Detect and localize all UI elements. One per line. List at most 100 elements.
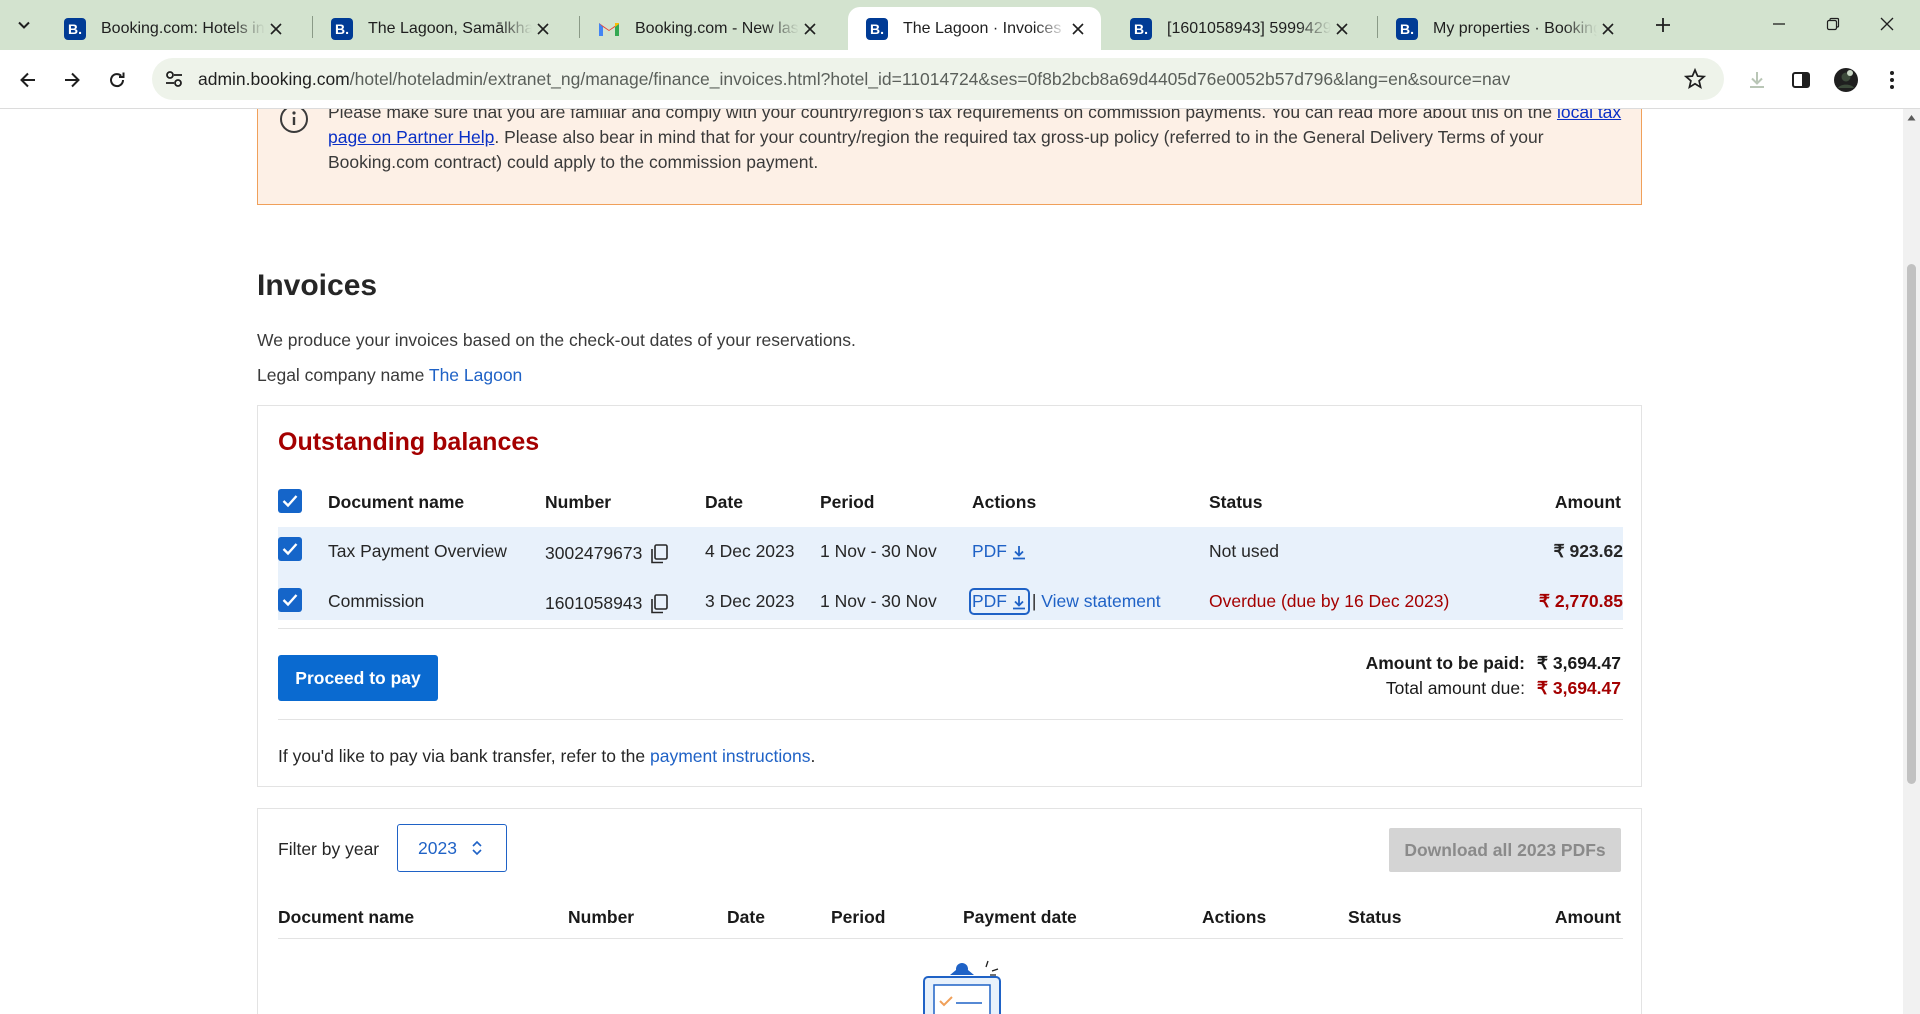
close-icon[interactable]: [1067, 18, 1089, 40]
tab-title: The Lagoon, Samālkha – Updated: [368, 19, 532, 37]
divider: [278, 719, 1623, 720]
restore-button[interactable]: [1804, 6, 1862, 42]
col-header-document: Document name: [328, 492, 465, 512]
tune-icon: [166, 71, 182, 87]
download-icon: [1013, 545, 1025, 559]
table-row: Commission 1601058943 3 Dec 2023 1 Nov -…: [278, 577, 1623, 620]
new-tab-button[interactable]: [1648, 11, 1678, 39]
row-checkbox[interactable]: [278, 537, 302, 561]
row-checkbox[interactable]: [278, 588, 302, 612]
browser-tab[interactable]: B. Booking.com: Hotels in Samālkha: [46, 7, 299, 50]
arrow-right-icon: [65, 72, 80, 88]
back-button[interactable]: [11, 63, 45, 97]
browser-tab-strip: B. Booking.com: Hotels in Samālkha B. Th…: [0, 0, 1920, 50]
browser-tab[interactable]: B. The Lagoon, Samālkha – Updated: [313, 7, 566, 50]
col-header-payment-date: Payment date: [963, 907, 1077, 927]
reload-icon: [110, 72, 125, 88]
forward-button[interactable]: [55, 63, 89, 97]
reload-button[interactable]: [100, 63, 134, 97]
close-window-button[interactable]: [1858, 6, 1916, 42]
browser-menu-button[interactable]: [1877, 66, 1907, 94]
downloads-button[interactable]: [1742, 66, 1772, 94]
year-select[interactable]: 2023: [397, 824, 507, 872]
restore-icon: [1826, 17, 1840, 31]
legal-company-link[interactable]: The Lagoon: [429, 365, 522, 385]
booking-favicon: B.: [64, 17, 86, 40]
side-panel-icon: [1792, 72, 1810, 88]
close-icon[interactable]: [532, 18, 554, 40]
document-amount: ₹ 923.62: [1553, 541, 1623, 561]
booking-favicon: B.: [866, 17, 888, 40]
notice-text-part: Please make sure that you are familiar a…: [328, 109, 1557, 122]
payment-instructions-link[interactable]: payment instructions: [650, 746, 811, 766]
table-row: Tax Payment Overview 3002479673 4 Dec 20…: [278, 527, 1623, 577]
document-period: 1 Nov - 30 Nov: [820, 541, 937, 561]
invoices-intro: We produce your invoices based on the ch…: [257, 330, 856, 350]
check-icon: [282, 594, 298, 607]
notice-text-part: . Please also bear in mind that for your…: [328, 127, 1544, 172]
col-header-actions: Actions: [1202, 907, 1267, 927]
download-icon: [1013, 595, 1025, 609]
more-vertical-icon: [1890, 71, 1894, 89]
booking-favicon: B.: [1130, 17, 1152, 40]
copy-icon[interactable]: [650, 544, 669, 564]
sort-arrows-icon: [472, 840, 482, 856]
url-text[interactable]: admin.booking.com/hotel/hoteladmin/extra…: [198, 69, 1510, 90]
address-bar[interactable]: admin.booking.com/hotel/hoteladmin/extra…: [152, 58, 1724, 100]
copy-icon[interactable]: [650, 594, 669, 614]
document-date: 4 Dec 2023: [705, 541, 795, 561]
tab-title: [1601058943] 59994290 The Lagoon: [1167, 19, 1331, 37]
close-icon[interactable]: [1331, 18, 1353, 40]
divider: [278, 938, 1623, 939]
outstanding-balances-card: Outstanding balances Document name Numbe…: [257, 405, 1642, 787]
site-info-button[interactable]: [156, 61, 192, 97]
browser-tab-active[interactable]: B. The Lagoon · Invoices · Booking.com: [848, 7, 1101, 50]
side-panel-button[interactable]: [1786, 66, 1816, 94]
tab-title: Booking.com: Hotels in Samālkha: [101, 19, 265, 37]
profile-button[interactable]: [1831, 66, 1861, 94]
minimize-button[interactable]: [1750, 6, 1808, 42]
col-header-status: Status: [1209, 492, 1263, 512]
select-all-checkbox[interactable]: [278, 489, 302, 513]
page-content: Please make sure that you are familiar a…: [0, 109, 1903, 1014]
col-header-number: Number: [545, 492, 612, 512]
close-icon[interactable]: [799, 18, 821, 40]
browser-tab[interactable]: B. [1601058943] 59994290 The Lagoon: [1112, 7, 1365, 50]
tab-search-button[interactable]: [9, 11, 39, 39]
action-separator: |: [1031, 591, 1037, 611]
document-period: 1 Nov - 30 Nov: [820, 591, 937, 611]
page-scrollbar[interactable]: [1903, 109, 1920, 1014]
url-path: /hotel/hoteladmin/extranet_ng/manage/fin…: [349, 68, 1511, 89]
url-host: admin.booking.com: [198, 68, 350, 89]
proceed-to-pay-button[interactable]: Proceed to pay: [278, 655, 438, 701]
close-icon[interactable]: [265, 18, 287, 40]
close-icon[interactable]: [1597, 18, 1619, 40]
col-header-document: Document name: [278, 907, 415, 927]
arrow-left-icon: [20, 72, 35, 88]
browser-tab[interactable]: B. My properties · Booking.com: [1378, 7, 1631, 50]
outstanding-balances-title: Outstanding balances: [278, 428, 540, 456]
total-due-value: ₹ 3,694.47: [1536, 678, 1621, 698]
col-header-number: Number: [568, 907, 635, 927]
col-header-date: Date: [705, 492, 743, 512]
amount-to-pay-value: ₹ 3,694.47: [1536, 653, 1621, 673]
pdf-download-link[interactable]: PDF: [972, 541, 1027, 562]
check-icon: [282, 495, 298, 508]
browser-tab[interactable]: Booking.com - New last-minute: [580, 7, 833, 50]
col-header-actions: Actions: [972, 492, 1037, 512]
bookmark-button[interactable]: [1684, 68, 1706, 90]
avatar: [1834, 68, 1858, 92]
booking-favicon: B.: [1396, 17, 1418, 40]
legal-company-label: Legal company name: [257, 365, 425, 385]
document-number: 3002479673: [545, 543, 669, 564]
pdf-download-link[interactable]: PDF: [969, 588, 1030, 615]
empty-state-illustration: [908, 959, 1018, 1014]
scroll-up-icon[interactable]: [1907, 114, 1916, 121]
document-status: Overdue (due by 16 Dec 2023): [1209, 591, 1450, 611]
tab-title: Booking.com - New last-minute: [635, 19, 799, 37]
col-header-period: Period: [820, 492, 875, 512]
scrollbar-thumb[interactable]: [1907, 264, 1916, 784]
view-statement-link[interactable]: View statement: [1041, 591, 1160, 611]
download-all-pdfs-button[interactable]: Download all 2023 PDFs: [1389, 828, 1621, 872]
legal-company-line: Legal company name The Lagoon: [257, 365, 522, 386]
